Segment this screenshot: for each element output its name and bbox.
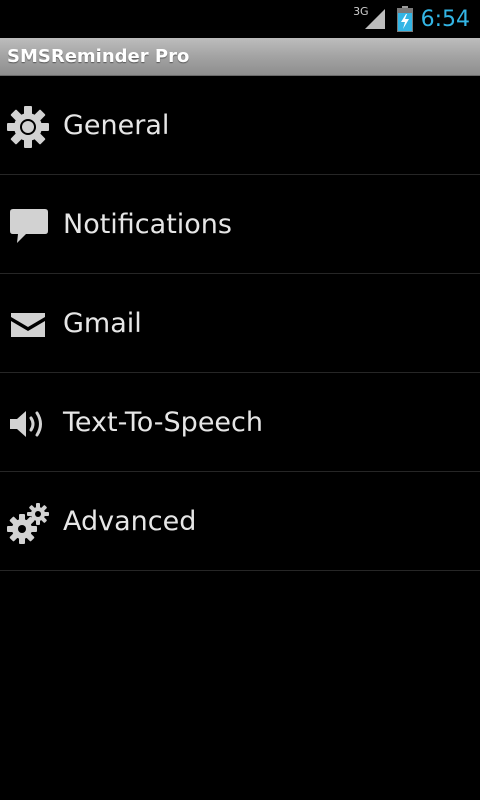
- menu-item-general[interactable]: General: [0, 76, 480, 175]
- menu-item-text-to-speech[interactable]: Text-To-Speech: [0, 373, 480, 472]
- gear-icon: [7, 106, 49, 148]
- menu-item-gmail[interactable]: Gmail: [0, 274, 480, 373]
- menu-item-label: Text-To-Speech: [63, 407, 263, 438]
- status-bar: 3G 6:54: [0, 0, 480, 38]
- settings-menu-list: General Notifications Gmail Text-To-Spee…: [0, 76, 480, 571]
- speaker-icon: [10, 411, 42, 437]
- battery-charging-icon: [396, 6, 413, 32]
- menu-item-label: Notifications: [63, 209, 232, 240]
- title-bar: SMSReminder Pro: [0, 38, 480, 76]
- mail-icon: [11, 313, 45, 337]
- menu-item-label: Advanced: [63, 506, 197, 537]
- menu-item-label: Gmail: [63, 308, 142, 339]
- menu-item-label: General: [63, 110, 170, 141]
- gears-icon: [7, 503, 49, 544]
- status-clock: 6:54: [420, 6, 470, 32]
- menu-item-advanced[interactable]: Advanced: [0, 472, 480, 571]
- network-type-label: 3G: [353, 4, 369, 18]
- speech-bubble-icon: [10, 209, 48, 243]
- status-icons: 3G 6:54: [353, 0, 470, 38]
- app-title: SMSReminder Pro: [7, 46, 190, 67]
- screen: 3G 6:54 SMSReminder Pro General Notifica…: [0, 0, 480, 800]
- menu-item-notifications[interactable]: Notifications: [0, 175, 480, 274]
